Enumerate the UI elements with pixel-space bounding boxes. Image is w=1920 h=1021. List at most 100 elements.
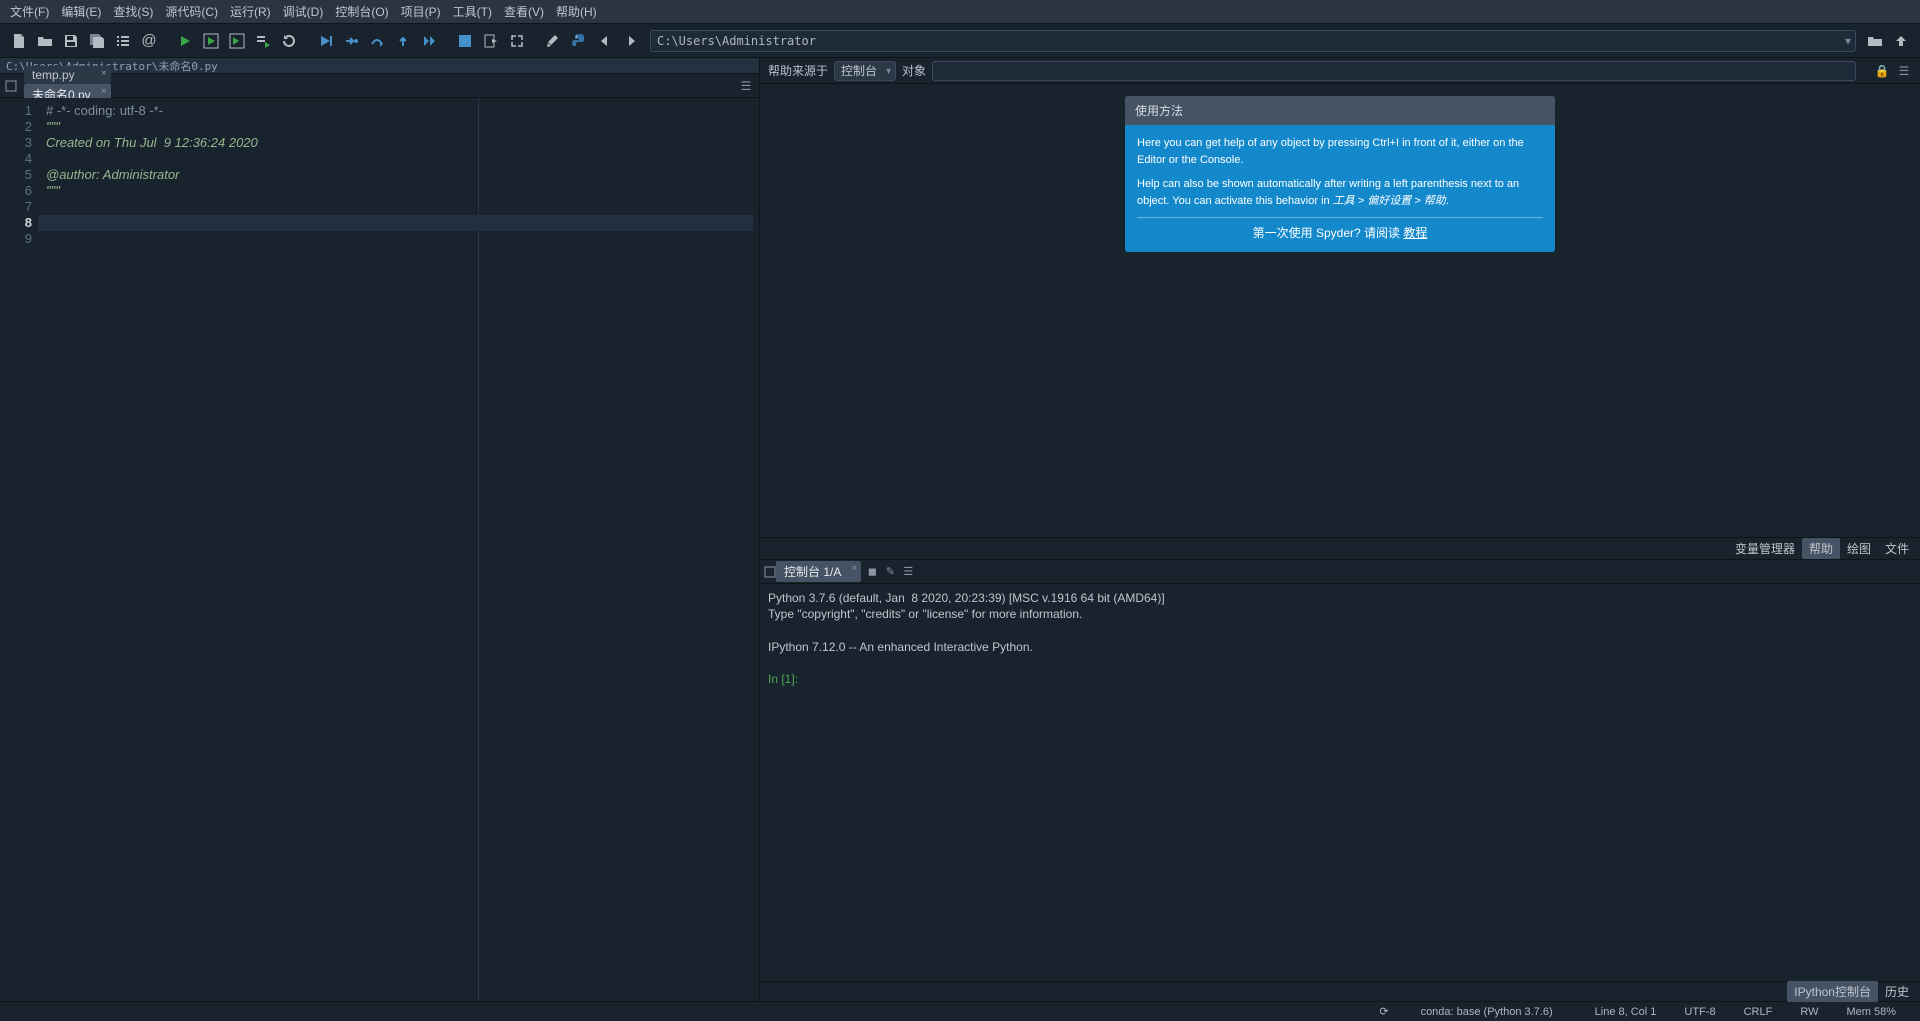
console-output[interactable]: Python 3.7.6 (default, Jan 8 2020, 20:23…: [760, 584, 1920, 981]
close-icon[interactable]: ×: [101, 86, 107, 97]
debug-step-out-icon[interactable]: [390, 28, 416, 54]
help-card-title: 使用方法: [1125, 96, 1555, 125]
rerun-icon[interactable]: [276, 28, 302, 54]
console-tab[interactable]: 控制台 1/A ×: [776, 561, 861, 582]
help-object-label: 对象: [902, 62, 926, 79]
new-file-icon[interactable]: [6, 28, 32, 54]
workdir-text: C:\Users\Administrator: [651, 34, 1841, 48]
nav-back-icon[interactable]: [592, 28, 618, 54]
menu-item[interactable]: 控制台(O): [329, 0, 394, 23]
help-text-2: Help can also be shown automatically aft…: [1137, 176, 1543, 209]
debug-step-into-icon[interactable]: [312, 28, 338, 54]
menu-item[interactable]: 查找(S): [107, 0, 159, 23]
editor-path-breadcrumb: C:\Users\Administrator\未命名0.py: [0, 58, 759, 74]
statusbar: ⟳conda: base (Python 3.7.6) Line 8, Col …: [0, 1001, 1920, 1021]
help-toolbar: 帮助来源于 控制台 ▾ 对象 🔒 ☰: [760, 58, 1920, 84]
menu-item[interactable]: 编辑(E): [55, 0, 107, 23]
parent-dir-icon[interactable]: [1888, 28, 1914, 54]
open-file-icon[interactable]: [32, 28, 58, 54]
workdir-combo[interactable]: C:\Users\Administrator ▾: [650, 30, 1856, 52]
menu-item[interactable]: 调试(D): [277, 0, 330, 23]
status-eol: CRLF: [1730, 1006, 1787, 1018]
at-sign-icon[interactable]: @: [136, 28, 162, 54]
console-footer-tabs: IPython控制台历史: [760, 981, 1920, 1001]
status-cursor-pos: Line 8, Col 1: [1581, 1006, 1671, 1018]
run-selection-icon[interactable]: [250, 28, 276, 54]
chevron-down-icon: ▾: [886, 66, 891, 77]
console-prompt: In [1]:: [768, 672, 801, 686]
stop-console-icon[interactable]: ◼: [863, 565, 881, 578]
browse-dir-icon[interactable]: [1862, 28, 1888, 54]
nav-forward-icon[interactable]: [618, 28, 644, 54]
run-icon[interactable]: [172, 28, 198, 54]
help-pane-tabs: 变量管理器帮助绘图文件: [760, 537, 1920, 559]
code-line: Created on Thu Jul 9 12:36:24 2020: [46, 135, 759, 151]
help-text-1: Here you can get help of any object by p…: [1137, 135, 1543, 168]
menu-item[interactable]: 运行(R): [224, 0, 277, 23]
exit-debug-icon[interactable]: [478, 28, 504, 54]
code-line: [46, 231, 759, 247]
help-tutorial-line: 第一次使用 Spyder? 请阅读 教程: [1137, 224, 1543, 242]
help-source-label: 帮助来源于: [768, 62, 828, 79]
pane-tab[interactable]: 变量管理器: [1728, 538, 1802, 559]
lock-icon[interactable]: 🔒: [1874, 64, 1890, 78]
close-icon[interactable]: ×: [101, 68, 107, 79]
editor-tab[interactable]: temp.py×: [24, 66, 111, 84]
line-number-gutter: 123456789: [0, 98, 38, 1001]
menu-item[interactable]: 帮助(H): [550, 0, 603, 23]
save-all-icon[interactable]: [84, 28, 110, 54]
code-line: """: [46, 119, 759, 135]
help-body: 使用方法 Here you can get help of any object…: [760, 84, 1920, 537]
editor-options-icon[interactable]: ☰: [737, 79, 755, 93]
pane-tab[interactable]: IPython控制台: [1787, 981, 1878, 1002]
stop-icon[interactable]: [452, 28, 478, 54]
close-icon[interactable]: ×: [852, 563, 858, 574]
code-line: [46, 151, 759, 167]
pane-tab[interactable]: 帮助: [1802, 538, 1840, 559]
python-path-icon[interactable]: [566, 28, 592, 54]
code-editor[interactable]: 123456789 # -*- coding: utf-8 -*-"""Crea…: [0, 98, 759, 1001]
debug-step-icon[interactable]: [338, 28, 364, 54]
help-usage-card: 使用方法 Here you can get help of any object…: [1125, 96, 1555, 252]
status-rw: RW: [1786, 1006, 1832, 1018]
console-tabstrip: 控制台 1/A × ◼ ✎ ☰: [760, 560, 1920, 584]
chevron-down-icon[interactable]: ▾: [1841, 34, 1855, 48]
debug-continue-icon[interactable]: [416, 28, 442, 54]
browse-tabs-icon[interactable]: [4, 79, 18, 93]
run-cell-icon[interactable]: [198, 28, 224, 54]
editor-pane: C:\Users\Administrator\未命名0.py temp.py×未…: [0, 58, 760, 1001]
editor-tabstrip: temp.py×未命名0.py× ☰: [0, 74, 759, 98]
clear-console-icon[interactable]: ✎: [881, 565, 899, 578]
console-options-icon[interactable]: ☰: [899, 565, 917, 578]
pane-tab[interactable]: 文件: [1878, 538, 1916, 559]
help-object-input[interactable]: [932, 61, 1856, 81]
code-line: [46, 215, 759, 231]
code-line: """: [46, 183, 759, 199]
pane-tab[interactable]: 历史: [1878, 981, 1916, 1002]
code-line: # -*- coding: utf-8 -*-: [46, 103, 759, 119]
code-line: [46, 199, 759, 215]
debug-step-over-icon[interactable]: [364, 28, 390, 54]
help-source-select[interactable]: 控制台 ▾: [834, 61, 896, 81]
save-file-icon[interactable]: [58, 28, 84, 54]
status-encoding: UTF-8: [1670, 1006, 1729, 1018]
maximize-icon[interactable]: [504, 28, 530, 54]
status-env[interactable]: ⟳conda: base (Python 3.7.6): [1351, 1005, 1580, 1018]
console-pane: 控制台 1/A × ◼ ✎ ☰ Python 3.7.6 (default, J…: [760, 559, 1920, 1001]
menu-item[interactable]: 查看(V): [498, 0, 550, 23]
browse-tabs-icon[interactable]: [764, 566, 776, 578]
status-memory: Mem 58%: [1832, 1006, 1910, 1018]
right-pane: 帮助来源于 控制台 ▾ 对象 🔒 ☰ 使用方法 Here you can get…: [760, 58, 1920, 1001]
menu-item[interactable]: 源代码(C): [159, 0, 224, 23]
main-toolbar: @ C:\Users\Administrator ▾: [0, 24, 1920, 58]
menu-item[interactable]: 文件(F): [4, 0, 55, 23]
pane-tab[interactable]: 绘图: [1840, 538, 1878, 559]
preferences-icon[interactable]: [540, 28, 566, 54]
menu-item[interactable]: 工具(T): [447, 0, 498, 23]
list-icon[interactable]: [110, 28, 136, 54]
run-cell-advance-icon[interactable]: [224, 28, 250, 54]
menu-item[interactable]: 项目(P): [395, 0, 447, 23]
help-options-icon[interactable]: ☰: [1896, 64, 1912, 78]
menubar: 文件(F)编辑(E)查找(S)源代码(C)运行(R)调试(D)控制台(O)项目(…: [0, 0, 1920, 24]
tutorial-link[interactable]: 教程: [1403, 226, 1427, 240]
